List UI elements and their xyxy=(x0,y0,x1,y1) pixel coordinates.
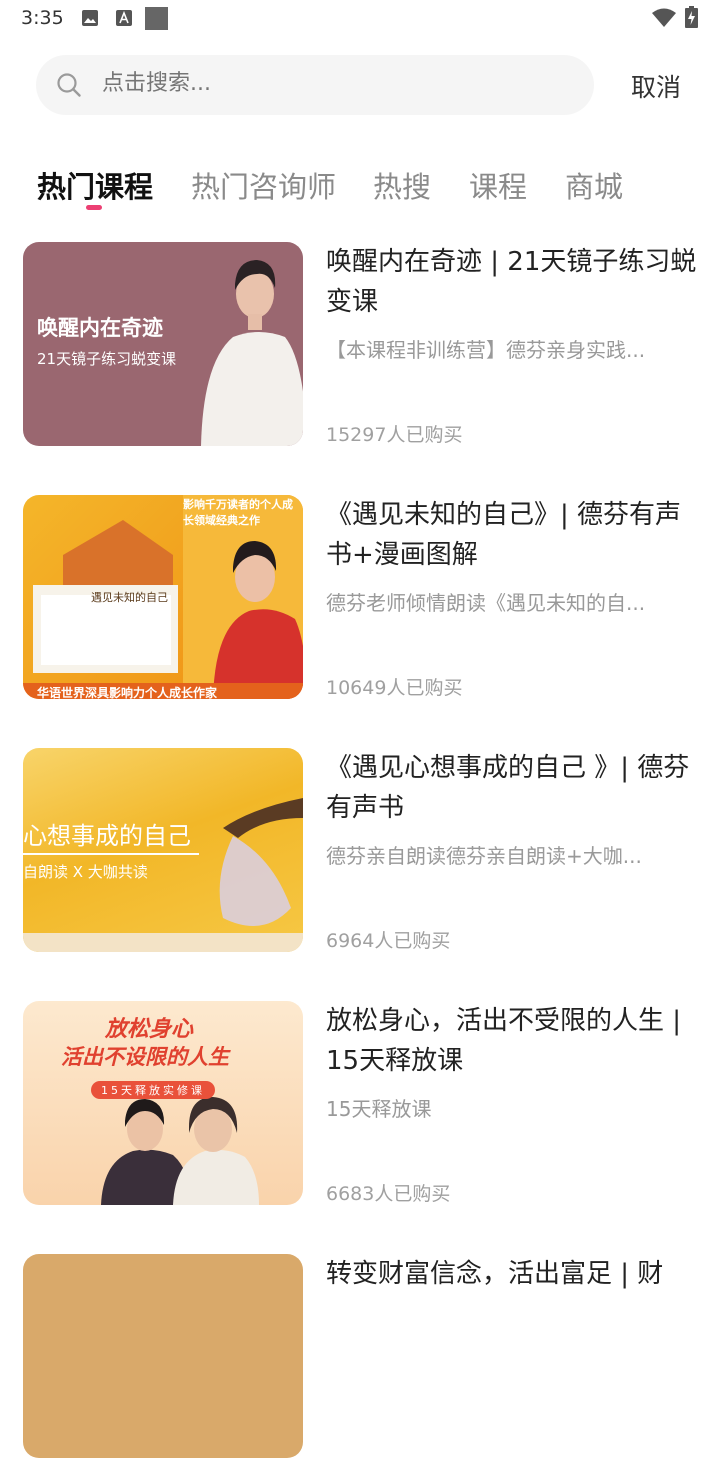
active-tab-indicator xyxy=(86,205,102,210)
purchase-count: 6964人已购买 xyxy=(326,930,451,952)
category-tabs: 热门课程 热门咨询师 热搜 课程 商城 xyxy=(0,160,720,220)
course-title[interactable]: 转变财富信念，活出富足 | 财 xyxy=(326,1254,698,1294)
course-description: 【本课程非训练营】德芬亲身实践... xyxy=(326,338,646,362)
thumbnail-divider xyxy=(23,853,199,855)
thumbnail-headline: 影响千万读者的个人成长领域经典之作 xyxy=(183,498,293,527)
wifi-icon xyxy=(652,8,676,27)
course-description: 15天释放课 xyxy=(326,1097,432,1121)
course-title[interactable]: 《遇见未知的自己》| 德芬有声书+漫画图解 xyxy=(326,495,698,575)
course-thumbnail[interactable]: 影响千万读者的个人成长领域经典之作 遇见未知的自己 华语世界深具影响力个人成长作… xyxy=(23,495,303,699)
battery-icon xyxy=(685,6,698,28)
course-thumbnail[interactable]: 心想事成的自己 自朗读 X 大咖共读 xyxy=(23,748,303,952)
text-notification-icon xyxy=(116,10,132,26)
course-thumbnail[interactable] xyxy=(23,1254,303,1458)
course-item[interactable]: 转变财富信念，活出富足 | 财 xyxy=(0,1254,720,1464)
thumbnail-headline: 心想事成的自己 xyxy=(23,822,191,850)
thumbnail-headline: 唤醒内在奇迹 xyxy=(37,316,163,340)
search-bar[interactable] xyxy=(36,55,594,115)
course-thumbnail[interactable]: 放松身心 活出不设限的人生 15天释放实修课 xyxy=(23,1001,303,1205)
search-icon xyxy=(57,73,81,97)
thumbnail-book-title: 遇见未知的自己 xyxy=(91,591,168,604)
search-input[interactable] xyxy=(102,71,562,96)
purchase-count: 15297人已购买 xyxy=(326,424,463,446)
course-item[interactable]: 唤醒内在奇迹 21天镜子练习蜕变课 唤醒内在奇迹 | 21天镜子练习蜕变课 【本… xyxy=(0,242,720,452)
thumbnail-subline: 21天镜子练习蜕变课 xyxy=(37,350,177,368)
tab-hot-courses[interactable]: 热门课程 xyxy=(37,164,153,206)
course-title[interactable]: 《遇见心想事成的自己 》| 德芬有声书 xyxy=(326,748,698,828)
course-title[interactable]: 放松身心，活出不受限的人生 | 15天释放课 xyxy=(326,1001,698,1081)
course-thumbnail[interactable]: 唤醒内在奇迹 21天镜子练习蜕变课 xyxy=(23,242,303,446)
status-time: 3:35 xyxy=(21,7,64,29)
tab-mall[interactable]: 商城 xyxy=(565,164,623,206)
course-item[interactable]: 影响千万读者的个人成长领域经典之作 遇见未知的自己 华语世界深具影响力个人成长作… xyxy=(0,495,720,705)
image-notification-icon xyxy=(82,10,98,26)
course-description: 德芬老师倾情朗读《遇见未知的自... xyxy=(326,591,646,615)
course-description: 德芬亲自朗读德芬亲自朗读+大咖... xyxy=(326,844,642,868)
thumbnail-footer: 华语世界深具影响力个人成长作家 xyxy=(37,686,218,699)
thumbnail-subline: 自朗读 X 大咖共读 xyxy=(23,863,148,881)
course-item[interactable]: 放松身心 活出不设限的人生 15天释放实修课 放松身心，活出不受限的人生 | 1… xyxy=(0,1001,720,1211)
tab-hot-search[interactable]: 热搜 xyxy=(373,164,431,206)
person-illustration xyxy=(201,260,303,446)
thumbnail-headline: 放松身心 xyxy=(105,1017,194,1042)
course-item[interactable]: 心想事成的自己 自朗读 X 大咖共读 《遇见心想事成的自己 》| 德芬有声书 德… xyxy=(0,748,720,958)
course-title[interactable]: 唤醒内在奇迹 | 21天镜子练习蜕变课 xyxy=(326,242,698,322)
purchase-count: 6683人已购买 xyxy=(326,1183,451,1205)
thumbnail-subline: 活出不设限的人生 xyxy=(61,1045,229,1069)
tab-hot-counselors[interactable]: 热门咨询师 xyxy=(191,164,336,206)
thumbnail-badge: 15天释放实修课 xyxy=(91,1081,215,1099)
status-bar: 3:35 xyxy=(0,0,720,38)
tab-courses[interactable]: 课程 xyxy=(469,164,527,206)
purchase-count: 10649人已购买 xyxy=(326,677,463,699)
cancel-button[interactable]: 取消 xyxy=(631,68,681,104)
square-notification-icon xyxy=(145,7,168,30)
